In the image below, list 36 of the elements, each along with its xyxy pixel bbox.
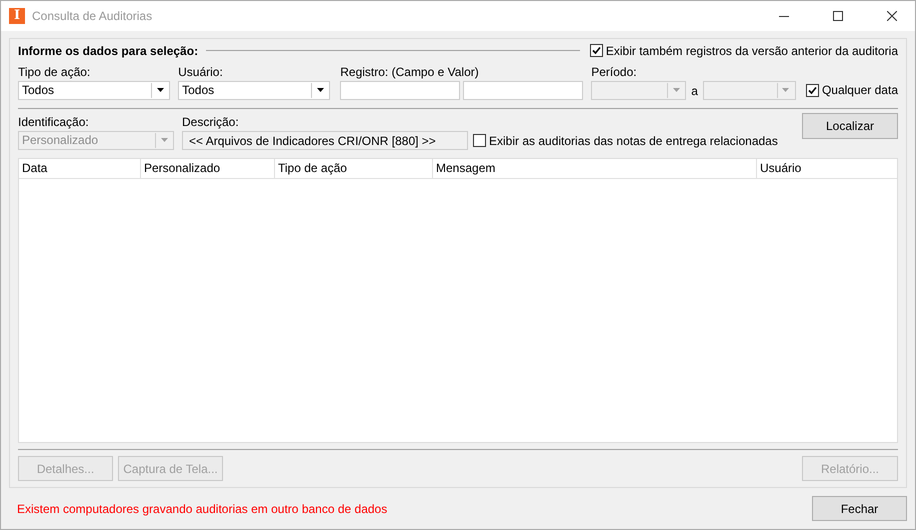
search-button[interactable]: Localizar [802, 112, 898, 139]
app-logo: I [9, 8, 25, 24]
checkbox[interactable] [473, 134, 486, 148]
maximize-icon[interactable] [833, 11, 843, 21]
user-dropdown[interactable]: Todos [178, 80, 330, 100]
field-label: Período: [591, 64, 638, 81]
column-header[interactable]: Mensagem [433, 158, 757, 178]
field-label: Usuário: [178, 64, 224, 81]
checkbox-label: Qualquer data [822, 83, 898, 98]
action-type-dropdown[interactable]: Todos [18, 80, 170, 100]
range-separator: a [691, 84, 698, 98]
checkbox-label: Exibir também registros da versão anterior da auditoria [606, 44, 898, 58]
caret-icon [316, 88, 324, 92]
close-button[interactable]: Fechar [812, 496, 907, 521]
description-field: << Arquivos de Indicadores CRI/ONR [880] >> [182, 130, 468, 150]
field-label: Tipo de ação: [18, 64, 92, 81]
warning-message: Existem computadores gravando auditorias em outro banco de dados [17, 502, 388, 516]
section-heading: Informe os dados para seleção: [18, 44, 198, 58]
column-header[interactable]: Personalizado [141, 158, 275, 178]
close-icon[interactable] [887, 11, 897, 21]
column-header[interactable]: Tipo de ação [275, 158, 433, 178]
checkbox[interactable] [806, 84, 819, 97]
field-label: Descrição: [182, 114, 240, 131]
window-title: Consulta de Auditorias [32, 9, 152, 23]
column-header[interactable]: Usuário [757, 158, 897, 178]
checkbox-label: Exibir as auditorias das notas de entrega relacionadas [489, 134, 778, 148]
field-input[interactable] [340, 80, 460, 100]
field-label: Registro: (Campo e Valor) [340, 64, 480, 81]
checkbox[interactable] [590, 44, 603, 58]
column-header[interactable]: Data [19, 158, 141, 178]
field-label: Identificação: [18, 114, 90, 131]
caret-icon [156, 88, 164, 92]
value-input[interactable] [463, 80, 584, 100]
caret-icon [672, 88, 680, 92]
caret-icon [782, 88, 790, 92]
caret-icon [160, 138, 168, 142]
